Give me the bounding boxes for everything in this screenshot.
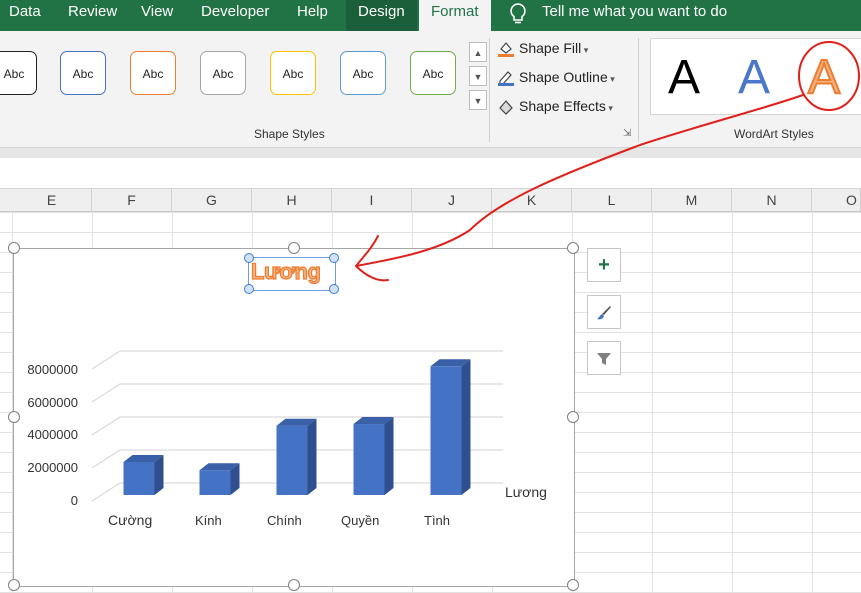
shape-style-thumb[interactable]: Abc bbox=[0, 51, 37, 95]
chart-resize-handle[interactable] bbox=[288, 242, 300, 254]
shape-style-thumb[interactable]: Abc bbox=[410, 51, 456, 95]
x-tick-label: Kính bbox=[195, 513, 222, 528]
pen-icon bbox=[497, 69, 515, 87]
shape-outline-button[interactable]: Shape Outline ▾ bbox=[497, 66, 615, 88]
bar-side bbox=[154, 455, 164, 495]
wordart-style-blue[interactable]: A bbox=[738, 50, 770, 105]
x-tick-label: Quyền bbox=[341, 513, 380, 528]
wordart-style-orange-outline[interactable]: A bbox=[807, 50, 841, 105]
bar bbox=[276, 425, 308, 495]
tab-format[interactable]: Format bbox=[419, 0, 491, 31]
paint-bucket-icon bbox=[497, 40, 515, 58]
column-header[interactable]: G bbox=[172, 189, 252, 211]
chart-resize-handle[interactable] bbox=[567, 242, 579, 254]
column-header[interactable]: I bbox=[332, 189, 412, 211]
bar bbox=[123, 462, 155, 495]
y-tick-label: 0 bbox=[70, 493, 78, 508]
y-tick-label: 8000000 bbox=[27, 362, 78, 377]
tab-help[interactable]: Help bbox=[297, 0, 328, 31]
chart-plot-area bbox=[91, 350, 503, 502]
ribbon-separator bbox=[638, 38, 639, 142]
shape-fill-button[interactable]: Shape Fill ▾ bbox=[497, 37, 588, 59]
gallery-more[interactable]: ▼ bbox=[469, 90, 487, 110]
bar-side bbox=[461, 359, 471, 495]
tab-data[interactable]: Data bbox=[9, 0, 41, 31]
chart-resize-handle[interactable] bbox=[288, 579, 300, 591]
dialog-launcher-icon[interactable]: ⇲ bbox=[623, 128, 631, 139]
tab-design[interactable]: Design bbox=[346, 0, 417, 31]
column-header[interactable]: L bbox=[572, 189, 652, 211]
x-tick-label: Chính bbox=[267, 513, 302, 528]
x-tick-label: Tình bbox=[424, 513, 451, 528]
bar bbox=[199, 470, 231, 495]
x-tick-label: Cường bbox=[108, 512, 153, 528]
y-tick-label: 2000000 bbox=[27, 460, 78, 475]
gallery-scroll-up[interactable]: ▲ bbox=[469, 42, 487, 62]
bar-side bbox=[307, 418, 317, 495]
chart-elements-button[interactable]: + bbox=[587, 248, 621, 282]
bar bbox=[430, 366, 462, 495]
column-header-row: E F G H I J K L M N O bbox=[0, 189, 861, 212]
ribbon-collapse-strip bbox=[0, 148, 861, 158]
series-label: Lương bbox=[505, 484, 547, 500]
grid-line bbox=[652, 212, 653, 593]
column-header[interactable]: K bbox=[492, 189, 572, 211]
column-header[interactable]: H bbox=[252, 189, 332, 211]
wordart-style-black[interactable]: A bbox=[668, 50, 700, 105]
lightbulb-icon bbox=[508, 2, 528, 31]
shape-style-thumb[interactable]: Abc bbox=[60, 51, 106, 95]
chart-resize-handle[interactable] bbox=[8, 579, 20, 591]
tab-developer[interactable]: Developer bbox=[201, 0, 269, 31]
shape-style-thumb[interactable]: Abc bbox=[200, 51, 246, 95]
shape-style-thumb[interactable]: Abc bbox=[130, 51, 176, 95]
column-header[interactable]: M bbox=[652, 189, 732, 211]
tell-me-search[interactable]: Tell me what you want to do bbox=[542, 0, 727, 31]
chart-resize-handle[interactable] bbox=[8, 242, 20, 254]
column-header[interactable]: J bbox=[412, 189, 492, 211]
formula-bar[interactable] bbox=[0, 158, 861, 189]
shape-style-thumb[interactable]: Abc bbox=[340, 51, 386, 95]
y-tick-label: 4000000 bbox=[27, 427, 78, 442]
tab-view[interactable]: View bbox=[141, 0, 173, 31]
brush-icon bbox=[594, 301, 614, 323]
grid-line bbox=[812, 212, 813, 593]
chart-resize-handle[interactable] bbox=[8, 411, 20, 423]
grid-line bbox=[732, 212, 733, 593]
gallery-scroll-down[interactable]: ▼ bbox=[469, 66, 487, 86]
ribbon-separator bbox=[489, 38, 490, 142]
filter-icon bbox=[595, 347, 613, 369]
plus-icon: + bbox=[598, 254, 610, 276]
chart-filters-button[interactable] bbox=[587, 341, 621, 375]
shape-effects-button[interactable]: Shape Effects ▾ bbox=[497, 95, 613, 117]
column-header[interactable]: N bbox=[732, 189, 812, 211]
shape-effects-label: Shape Effects bbox=[519, 98, 606, 114]
chart-resize-handle[interactable] bbox=[567, 579, 579, 591]
column-header[interactable]: E bbox=[12, 189, 92, 211]
shape-outline-label: Shape Outline bbox=[519, 69, 608, 85]
wordart-styles-group-label: WordArt Styles bbox=[734, 127, 814, 141]
shape-effects-icon bbox=[497, 98, 515, 116]
shape-styles-group-label: Shape Styles bbox=[254, 127, 325, 141]
y-tick-label: 6000000 bbox=[27, 395, 78, 410]
tab-review[interactable]: Review bbox=[68, 0, 117, 31]
bar-side bbox=[384, 417, 394, 495]
shape-style-thumb[interactable]: Abc bbox=[270, 51, 316, 95]
chart-styles-button[interactable] bbox=[587, 295, 621, 329]
shape-fill-label: Shape Fill bbox=[519, 40, 582, 56]
chart-resize-handle[interactable] bbox=[567, 411, 579, 423]
ribbon-tab-bar: Data Review View Developer Help Design F… bbox=[0, 0, 861, 31]
column-header[interactable]: O bbox=[812, 189, 861, 211]
bar bbox=[353, 424, 385, 495]
column-header[interactable]: F bbox=[92, 189, 172, 211]
